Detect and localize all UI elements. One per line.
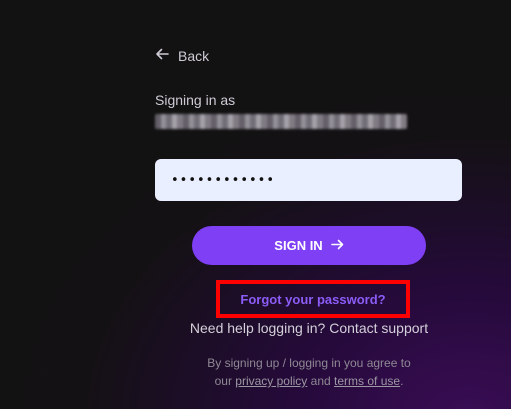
forgot-password-link[interactable]: Forgot your password? bbox=[216, 280, 410, 318]
terms-of-use-link[interactable]: terms of use bbox=[334, 374, 400, 388]
password-input[interactable] bbox=[155, 159, 462, 201]
legal-our: our bbox=[214, 374, 232, 388]
legal-line1: By signing up / logging in you agree to bbox=[207, 356, 411, 370]
help-prefix: Need help logging in? bbox=[189, 320, 326, 336]
arrow-left-icon bbox=[155, 47, 169, 64]
back-button[interactable]: Back bbox=[155, 47, 209, 64]
sign-in-button[interactable]: SIGN IN bbox=[192, 226, 426, 265]
legal-period: . bbox=[400, 374, 404, 388]
blurred-email bbox=[155, 114, 407, 129]
contact-support-link[interactable]: Contact support bbox=[329, 320, 428, 336]
arrow-right-icon bbox=[330, 238, 344, 254]
legal-and: and bbox=[310, 374, 331, 388]
signing-in-label: Signing in as bbox=[155, 92, 236, 108]
legal-notice: By signing up / logging in you agree to … bbox=[0, 354, 511, 390]
help-text: Need help logging in? Contact support bbox=[0, 320, 511, 336]
sign-in-label: SIGN IN bbox=[274, 238, 323, 253]
privacy-policy-link[interactable]: privacy policy bbox=[235, 374, 307, 388]
back-label: Back bbox=[178, 47, 210, 64]
